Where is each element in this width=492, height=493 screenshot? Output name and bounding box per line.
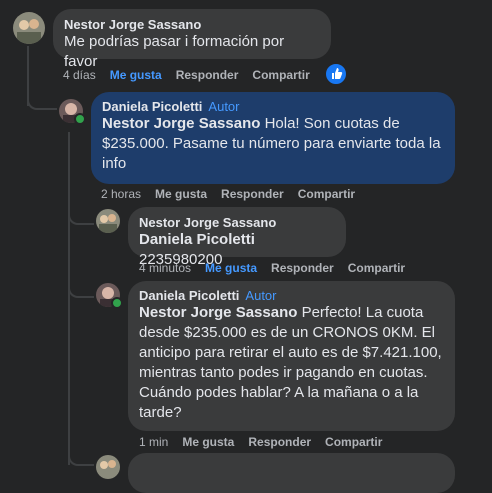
comment-actions: 4 minutos Me gusta Responder Compartir xyxy=(139,261,419,275)
author-badge: Autor xyxy=(245,288,277,303)
share-button[interactable]: Compartir xyxy=(252,68,309,82)
mention-link[interactable]: Nestor Jorge Sassano xyxy=(102,115,260,132)
thread-connector xyxy=(68,446,94,466)
comment-time[interactable]: 2 horas xyxy=(101,187,141,201)
comment-bubble xyxy=(128,453,455,493)
author-badge: Autor xyxy=(208,99,240,114)
thread-connector xyxy=(27,90,57,110)
comment-time[interactable]: 1 min xyxy=(139,435,168,449)
online-status-dot xyxy=(74,113,86,125)
like-button[interactable]: Me gusta xyxy=(155,187,207,201)
like-button[interactable]: Me gusta xyxy=(205,261,257,275)
online-status-dot xyxy=(111,297,123,309)
thread-connector xyxy=(68,205,94,225)
avatar[interactable] xyxy=(96,209,120,233)
avatar[interactable] xyxy=(96,455,120,479)
mention-link[interactable]: Nestor Jorge Sassano xyxy=(139,304,297,321)
comment-text: Nestor Jorge Sassano Hola! Son cuotas de… xyxy=(102,115,441,172)
comment-author[interactable]: Nestor Jorge Sassano xyxy=(139,215,335,230)
comment-bubble: Daniela Picoletti Autor Nestor Jorge Sass… xyxy=(128,281,455,431)
thread-line xyxy=(68,132,70,465)
comment-time[interactable]: 4 minutos xyxy=(139,261,191,275)
comment-bubble: Nestor Jorge Sassano Daniela Picoletti 2… xyxy=(128,207,346,268)
comment-author[interactable]: Daniela Picoletti xyxy=(102,99,202,114)
reply-button[interactable]: Responder xyxy=(248,435,311,449)
share-button[interactable]: Compartir xyxy=(298,187,355,201)
comment-actions: 2 horas Me gusta Responder Compartir xyxy=(101,187,369,201)
comment-text: Nestor Jorge Sassano Perfecto! La cuota … xyxy=(139,304,442,421)
like-reaction-badge[interactable] xyxy=(324,62,348,86)
comment-time[interactable]: 4 días xyxy=(63,68,96,82)
thumbs-up-icon xyxy=(332,68,343,79)
avatar[interactable] xyxy=(13,12,45,44)
share-button[interactable]: Compartir xyxy=(325,435,382,449)
comment-actions: 1 min Me gusta Responder Compartir xyxy=(139,435,396,449)
reply-button[interactable]: Responder xyxy=(271,261,334,275)
share-button[interactable]: Compartir xyxy=(348,261,405,275)
comment-bubble: Daniela Picoletti Autor Nestor Jorge Sass… xyxy=(91,92,455,184)
like-button[interactable]: Me gusta xyxy=(110,68,162,82)
like-button[interactable]: Me gusta xyxy=(182,435,234,449)
comment-author[interactable]: Nestor Jorge Sassano xyxy=(64,17,320,32)
comment-bubble: Nestor Jorge Sassano Me podrías pasar i … xyxy=(53,9,331,70)
comment-author[interactable]: Daniela Picoletti xyxy=(139,288,239,303)
reply-button[interactable]: Responder xyxy=(176,68,239,82)
thread-connector xyxy=(68,278,94,298)
reply-button[interactable]: Responder xyxy=(221,187,284,201)
comment-text: Me podrías pasar i formación por favor xyxy=(64,33,285,70)
comment-actions: 4 días Me gusta Responder Compartir xyxy=(63,68,324,82)
mention-link[interactable]: Daniela Picoletti xyxy=(139,231,255,248)
